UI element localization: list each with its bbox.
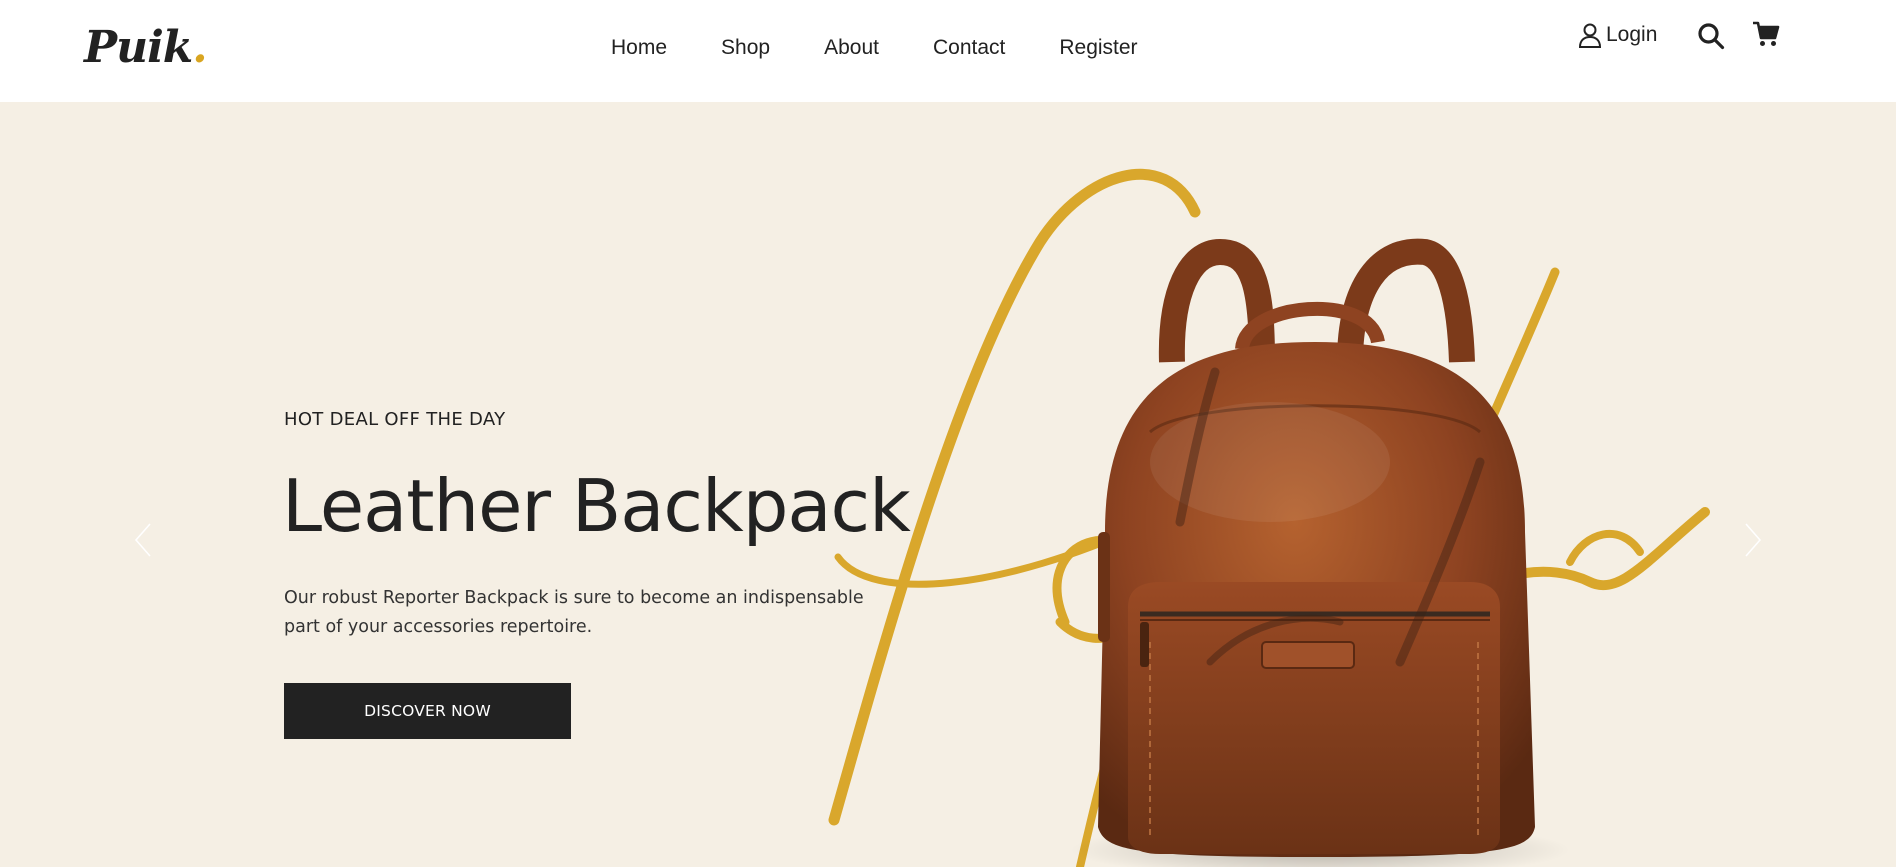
site-logo[interactable]: Puik. [84, 22, 208, 73]
login-label: Login [1606, 23, 1658, 46]
user-icon [1578, 23, 1602, 48]
main-nav: Home Shop About Contact Register [611, 36, 1138, 60]
hero-slider: HOT DEAL OFF THE DAY Leather Backpack Ou… [0, 102, 1896, 867]
logo-text: Puik [84, 22, 193, 73]
site-header: Puik. Home Shop About Contact Register L… [0, 0, 1896, 102]
nav-shop-link[interactable]: Shop [721, 36, 770, 60]
discover-now-button[interactable]: DISCOVER NOW [284, 683, 571, 739]
search-button[interactable] [1697, 22, 1725, 50]
slider-prev-button[interactable] [128, 520, 158, 560]
nav-contact-link[interactable]: Contact [933, 36, 1005, 60]
leather-backpack-image [1070, 238, 1570, 867]
hero-description: Our robust Reporter Backpack is sure to … [284, 588, 864, 637]
cart-button[interactable] [1752, 20, 1780, 48]
nav-about-link[interactable]: About [824, 36, 879, 60]
login-link[interactable]: Login [1578, 22, 1657, 48]
slider-next-button[interactable] [1738, 520, 1768, 560]
cart-icon [1753, 21, 1780, 46]
search-icon [1698, 23, 1725, 50]
nav-home-link[interactable]: Home [611, 36, 667, 60]
nav-register-link[interactable]: Register [1059, 36, 1137, 60]
hero-eyebrow: HOT DEAL OFF THE DAY [284, 409, 506, 430]
hero-title: Leather Backpack [282, 464, 911, 548]
logo-accent-dot: . [192, 22, 207, 73]
chevron-right-icon [1745, 523, 1762, 557]
chevron-left-icon [134, 523, 151, 557]
